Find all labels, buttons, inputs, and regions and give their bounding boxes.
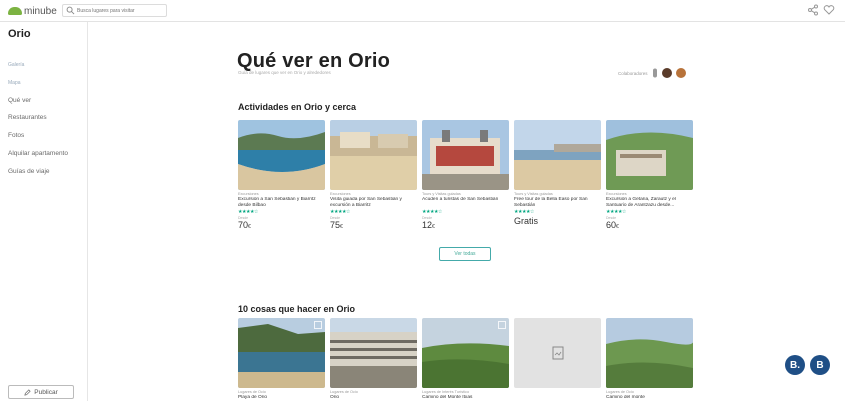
place-card[interactable]: Lugares de Ocio Orio	[330, 318, 417, 406]
floating-bubble[interactable]: B	[810, 355, 830, 375]
share-icon[interactable]	[807, 4, 819, 16]
activity-name[interactable]: Free tour de la Bella Easo por San Sebas…	[514, 197, 601, 208]
activity-image[interactable]	[606, 120, 693, 190]
activity-card[interactable]: Tours y Visitas guiadas Free tour de la …	[514, 120, 601, 232]
place-image[interactable]	[330, 318, 417, 388]
activity-price: 70€	[238, 220, 325, 232]
search-icon	[66, 6, 75, 15]
rating-stars: ★★★★☆	[330, 209, 350, 215]
price-value: Gratis	[514, 216, 539, 226]
rating-stars: ★★★★☆	[606, 209, 626, 215]
contributors-label: Colaboradores	[618, 70, 648, 76]
activity-price: 75€	[330, 220, 417, 232]
floating-bubble[interactable]: B.	[785, 355, 805, 375]
save-icon[interactable]	[498, 321, 506, 329]
contributor-pin-icon	[652, 68, 657, 78]
activities-section-title: Actividades en Orio y cerca	[238, 102, 357, 112]
price-unit: €	[248, 224, 251, 230]
activities-cards: Excursiones Excursión a San Sebastián y …	[238, 120, 693, 232]
price-value: 75	[330, 220, 341, 230]
price-unit: €	[432, 224, 435, 230]
activity-card[interactable]: Excursiones Excursión a San Sebastián y …	[238, 120, 325, 232]
activity-price: 12€	[422, 220, 509, 232]
activity-image[interactable]	[422, 120, 509, 190]
price-value: 60	[606, 220, 617, 230]
place-category: Lugares de Ocio	[606, 390, 634, 394]
place-name[interactable]	[514, 390, 601, 401]
things-section-title: 10 cosas que hacer en Orio	[238, 304, 356, 314]
activity-image[interactable]	[514, 120, 601, 190]
view-all-button[interactable]: Ver todas	[439, 247, 491, 261]
sidebar-item-que-ver[interactable]: Qué ver	[8, 97, 31, 104]
activity-name[interactable]: Visita guiada por San Sebastián y excurs…	[330, 197, 417, 208]
logo-mark-icon	[8, 7, 22, 15]
activity-category: Excursiones	[330, 192, 351, 196]
activity-card[interactable]: Excursiones Visita guiada por San Sebast…	[330, 120, 417, 232]
activity-image[interactable]	[330, 120, 417, 190]
heart-icon[interactable]	[823, 4, 835, 16]
place-image[interactable]	[238, 318, 325, 388]
place-category: Lugares de Ocio	[238, 390, 266, 394]
activity-price: 60€	[606, 220, 693, 232]
price-unit: €	[616, 224, 619, 230]
place-category: Lugares de Ocio	[330, 390, 358, 394]
contributors: Colaboradores	[618, 68, 686, 78]
activity-name[interactable]: Acuden a turistas de San Sebastián	[422, 197, 509, 208]
sidebar-item-mapa[interactable]: Mapa	[8, 80, 21, 86]
avatar[interactable]	[675, 68, 686, 78]
sidebar: Orio Galería Mapa Qué ver Restaurantes F…	[0, 22, 88, 401]
save-icon[interactable]	[314, 321, 322, 329]
activity-category: Excursiones	[238, 192, 259, 196]
activity-category: Excursiones	[606, 192, 627, 196]
activity-image[interactable]	[238, 120, 325, 190]
price-value: 12	[422, 220, 433, 230]
activity-name[interactable]: Excursión a San Sebastián y Biarritz des…	[238, 197, 325, 208]
image-placeholder-icon	[552, 346, 563, 360]
place-card[interactable]: Lugares de Ocio Camino del monte	[606, 318, 693, 406]
sidebar-item-guias-de-viaje[interactable]: Guías de viaje	[8, 168, 50, 175]
activity-card[interactable]: Tours y Visitas guiadas Acuden a turista…	[422, 120, 509, 232]
search-box[interactable]	[62, 4, 167, 17]
place-image[interactable]	[422, 318, 509, 388]
activity-price: Gratis	[514, 216, 601, 228]
place-card[interactable]: Lugares de Ocio Playa de Orio	[238, 318, 325, 406]
price-unit: €	[340, 224, 343, 230]
main-content: Qué ver en Orio Guía de lugares que ver …	[89, 22, 845, 401]
minube-logo[interactable]: minube	[8, 5, 57, 17]
things-cards: Lugares de Ocio Playa de Orio Lugares de…	[238, 318, 693, 406]
publish-button[interactable]: Publicar	[8, 385, 74, 399]
search-input[interactable]	[77, 6, 165, 16]
place-card[interactable]: Lugares de Interés Turístico Camino del …	[422, 318, 509, 406]
publish-label: Publicar	[34, 388, 58, 396]
logo-text: minube	[24, 5, 57, 17]
activity-card[interactable]: Excursiones Excursión a Getaria, Zarautz…	[606, 120, 693, 232]
rating-stars: ★★★★☆	[238, 209, 258, 215]
top-bar: minube	[0, 0, 845, 22]
pencil-icon	[24, 388, 31, 396]
activity-category: Tours y Visitas guiadas	[514, 192, 553, 196]
place-card[interactable]	[514, 318, 601, 406]
sidebar-item-fotos[interactable]: Fotos	[8, 132, 24, 139]
activity-category: Tours y Visitas guiadas	[422, 192, 461, 196]
sidebar-item-galeria[interactable]: Galería	[8, 62, 24, 68]
image-placeholder[interactable]	[514, 318, 601, 388]
sidebar-item-alquilar-apartamento[interactable]: Alquilar apartamento	[8, 150, 68, 157]
rating-stars: ★★★★☆	[422, 209, 442, 215]
sidebar-item-restaurantes[interactable]: Restaurantes	[8, 114, 47, 121]
place-image[interactable]	[606, 318, 693, 388]
rating-stars: ★★★★☆	[514, 209, 534, 215]
page-subtitle: Guía de lugares que ver en Orio y alrede…	[238, 70, 331, 75]
price-value: 70	[238, 220, 249, 230]
activity-name[interactable]: Excursión a Getaria, Zarautz y el Santua…	[606, 197, 693, 208]
avatar[interactable]	[661, 68, 672, 78]
place-category: Lugares de Interés Turístico	[422, 390, 470, 394]
sidebar-title: Orio	[8, 28, 31, 40]
